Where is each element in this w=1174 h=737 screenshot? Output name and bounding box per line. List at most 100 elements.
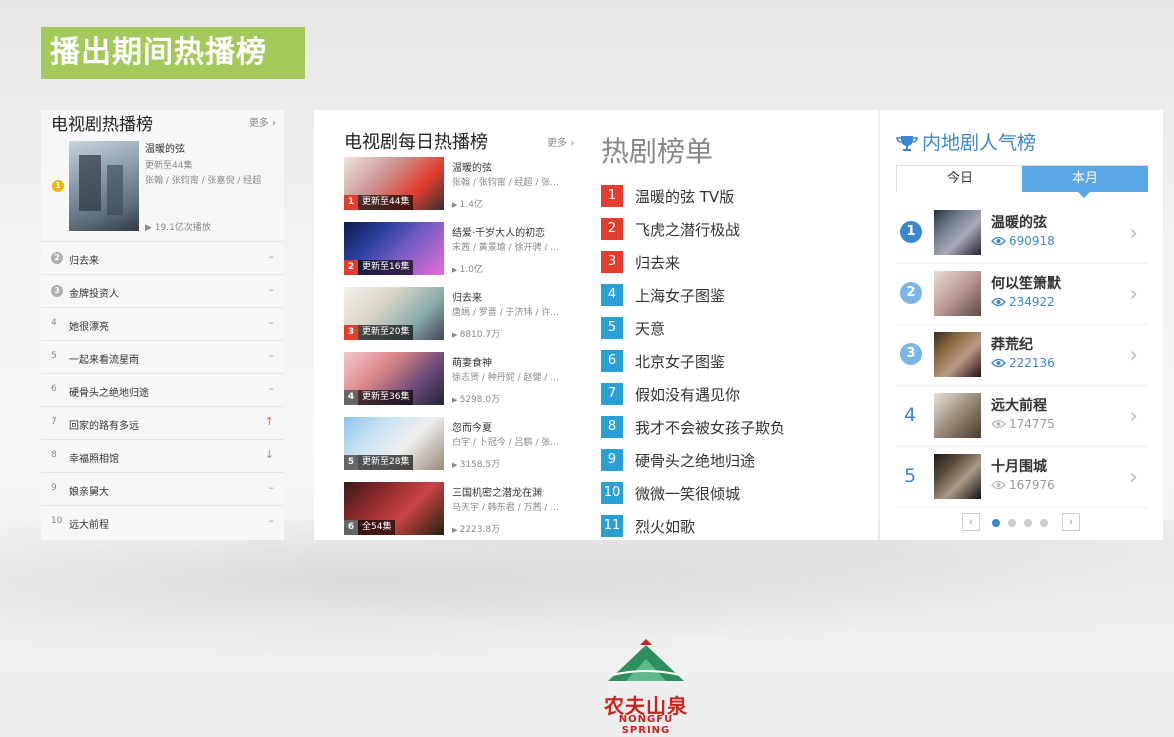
pager-dot[interactable]: [1008, 519, 1016, 527]
daily-item[interactable]: 4 更新至36集 萌妻食神 徐志贤 / 种丹妮 / 赵健 / ... ▶ 5298.0万: [344, 352, 579, 405]
rank-row[interactable]: 6 硬骨头之绝地归途 –: [41, 373, 284, 406]
episode-tag-text: 更新至16集: [362, 262, 410, 272]
popularity-thumbnail[interactable]: [934, 454, 981, 499]
popularity-thumbnail[interactable]: [934, 271, 981, 316]
next-page-button[interactable]: ›: [1062, 513, 1080, 531]
hot-list-item[interactable]: 7 假如没有遇见你: [601, 383, 740, 405]
hot-list-item[interactable]: 5 天意: [601, 317, 665, 339]
hot-list-item[interactable]: 2 飞虎之潜行极战: [601, 218, 740, 240]
daily-more-link[interactable]: 更多 ›: [547, 134, 574, 149]
chevron-right-icon[interactable]: ›: [1129, 221, 1138, 246]
daily-thumbnail[interactable]: 4 更新至36集: [344, 352, 444, 405]
rank-circle: 1: [900, 221, 922, 243]
daily-title[interactable]: 温暖的弦: [452, 159, 492, 174]
popularity-count: 222136: [1009, 356, 1055, 370]
tv-hot-more-link[interactable]: 更多 ›: [249, 114, 276, 129]
daily-thumbnail[interactable]: 1 更新至44集: [344, 157, 444, 210]
rank-row[interactable]: 10 远大前程 –: [41, 505, 284, 538]
pager-dot[interactable]: [1024, 519, 1032, 527]
chevron-right-icon: ›: [570, 138, 575, 149]
tab-today[interactable]: 今日: [897, 166, 1023, 192]
daily-item[interactable]: 1 更新至44集 温暖的弦张翰 / 张钧甯 / 经超 / 张... ▶ 1.4亿: [344, 157, 579, 210]
daily-cast: 宋茜 / 黄景瑜 / 徐开骋 / ...: [452, 243, 559, 253]
rank-number: 5: [904, 465, 917, 487]
episode-tag: 3 更新至20集: [344, 325, 414, 340]
trend-icon: –: [268, 481, 275, 494]
popularity-thumbnail[interactable]: [934, 210, 981, 255]
daily-title[interactable]: 忽而今夏: [452, 419, 492, 434]
background-mist: [0, 520, 1174, 670]
popularity-item[interactable]: 1 温暖的弦 690918 ›: [896, 203, 1148, 264]
daily-title[interactable]: 归去来: [452, 289, 482, 304]
episode-tag: 4 更新至36集: [344, 390, 414, 405]
hot-list-title: 天意: [635, 319, 666, 338]
rank-title: 远大前程: [69, 520, 109, 531]
eye-icon: [991, 297, 1006, 307]
daily-item[interactable]: 3 更新至20集 归去来 唐嫣 / 罗晋 / 于济玮 / 许... ▶ 8810.7万: [344, 287, 579, 340]
popularity-thumbnail[interactable]: [934, 332, 981, 377]
tab-this-month[interactable]: 本月: [1022, 166, 1148, 198]
daily-title[interactable]: 结爱·千岁大人的初恋: [452, 224, 545, 239]
featured-poster[interactable]: [69, 141, 139, 231]
hot-list-item[interactable]: 10 微微一笑很倾城: [601, 482, 740, 504]
eye-icon: [991, 419, 1006, 429]
hot-list-item[interactable]: 3 归去来: [601, 251, 680, 273]
daily-item[interactable]: 2 更新至16集 结爱·千岁大人的初恋 宋茜 / 黄景瑜 / 徐开骋 / ... ▶ 1…: [344, 222, 579, 275]
hot-list-title: 微微一笑很倾城: [635, 484, 741, 503]
daily-item[interactable]: 5 更新至28集 忽而今夏 白宇 / 卜冠今 / 吕鹏 / 张... ▶ 3158.5万: [344, 417, 579, 470]
rank-row[interactable]: 3 金牌投资人 –: [41, 274, 284, 307]
rank-number: 10: [51, 516, 63, 526]
daily-thumbnail[interactable]: 2 更新至16集: [344, 222, 444, 275]
featured-title[interactable]: 温暖的弦: [145, 140, 185, 155]
chevron-right-icon[interactable]: ›: [1129, 404, 1138, 429]
popularity-count: 234922: [1009, 295, 1055, 309]
daily-cast: 张翰 / 张钧甯 / 经超 / 张...: [452, 178, 559, 188]
popularity-item[interactable]: 3 莽荒纪 222136 ›: [896, 325, 1148, 386]
rank-badge: 1: [601, 185, 623, 207]
daily-item[interactable]: 6 全54集 三国机密之潜龙在渊 马天宇 / 韩东君 / 万茜 / ... ▶ 2223…: [344, 482, 579, 535]
rank-row[interactable]: 5 一起来看流星雨 –: [41, 340, 284, 373]
rank-number: 4: [904, 404, 917, 426]
popularity-heading: 内地剧人气榜: [896, 128, 1036, 155]
daily-thumbnail[interactable]: 6 全54集: [344, 482, 444, 535]
daily-views-value: 2223.8万: [459, 525, 501, 535]
popularity-item[interactable]: 5 十月围城 167976 ›: [896, 447, 1148, 508]
chevron-right-icon[interactable]: ›: [1129, 465, 1138, 490]
episode-tag: 2 更新至16集: [344, 260, 414, 275]
hot-list-item[interactable]: 1 温暖的弦 TV版: [601, 185, 734, 207]
popularity-title: 十月围城: [991, 459, 1047, 475]
rank-badge: 5: [344, 455, 358, 470]
rank-row[interactable]: 9 娘亲舅大 –: [41, 472, 284, 505]
pager-dot[interactable]: [992, 519, 1000, 527]
chevron-right-icon[interactable]: ›: [1129, 282, 1138, 307]
trend-icon: –: [268, 316, 275, 329]
popularity-thumbnail[interactable]: [934, 393, 981, 438]
hot-list-item[interactable]: 4 上海女子图鉴: [601, 284, 725, 306]
hot-list-item[interactable]: 9 硬骨头之绝地归途: [601, 449, 755, 471]
trend-icon: –: [268, 514, 275, 527]
daily-views: ▶ 1.4亿: [452, 197, 483, 210]
chevron-right-icon[interactable]: ›: [1129, 343, 1138, 368]
popularity-item[interactable]: 4 远大前程 174775 ›: [896, 386, 1148, 447]
daily-thumbnail[interactable]: 5 更新至28集: [344, 417, 444, 470]
rank-row[interactable]: 7 回家的路有多远 ↑: [41, 406, 284, 439]
rank-title: 硬骨头之绝地归途: [69, 388, 149, 399]
hot-list-item[interactable]: 8 我才不会被女孩子欺负: [601, 416, 785, 438]
eye-icon: [991, 480, 1006, 490]
popularity-item[interactable]: 2 何以笙箫默 234922 ›: [896, 264, 1148, 325]
pager-dot[interactable]: [1040, 519, 1048, 527]
rank-row[interactable]: 4 她很漂亮 –: [41, 307, 284, 340]
trophy-icon: [896, 135, 918, 151]
hot-list-item[interactable]: 6 北京女子图鉴: [601, 350, 725, 372]
prev-page-button[interactable]: ‹: [962, 513, 980, 531]
rank-badge: 6: [344, 520, 358, 535]
period-tabs: 今日 本月: [896, 165, 1148, 198]
rank-row[interactable]: 8 幸福照相馆 ↓: [41, 439, 284, 472]
rank-row[interactable]: 2 归去来 –: [41, 241, 284, 274]
hot-list-item[interactable]: 11 烈火如歌: [601, 515, 695, 537]
daily-thumbnail[interactable]: 3 更新至20集: [344, 287, 444, 340]
gold-medal-icon: 1: [52, 180, 64, 192]
daily-title[interactable]: 三国机密之潜龙在渊: [452, 484, 542, 499]
daily-title[interactable]: 萌妻食神: [452, 354, 492, 369]
popularity-count: 167976: [1009, 478, 1055, 492]
